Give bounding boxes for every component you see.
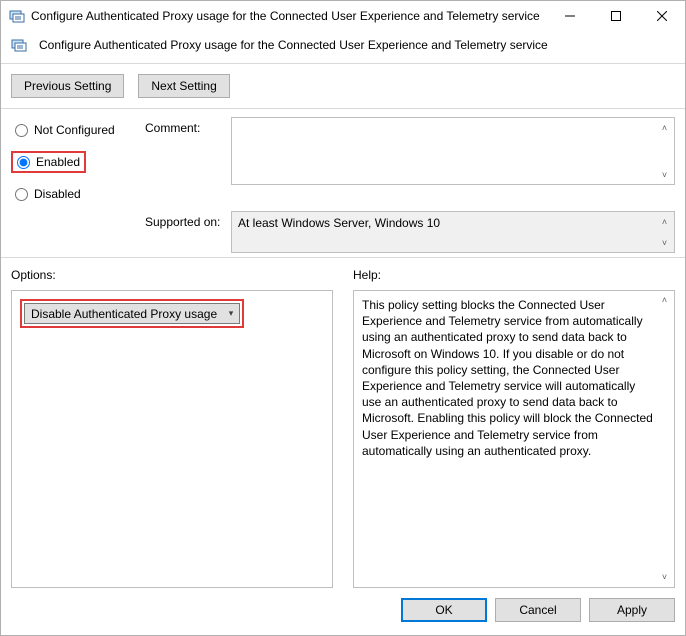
scroll-up-icon[interactable]: ˄ [657,293,672,308]
radio-not-configured-input[interactable] [15,124,28,137]
radio-label: Disabled [34,187,81,201]
comment-field[interactable]: ˄ ˅ [231,117,675,185]
radio-label: Enabled [36,155,80,169]
options-label: Options: [11,264,333,290]
help-text-area: This policy setting blocks the Connected… [353,290,675,588]
radio-disabled-input[interactable] [15,188,28,201]
help-label: Help: [353,264,675,290]
scroll-down-icon: ˅ [657,235,672,250]
apply-button[interactable]: Apply [589,598,675,622]
scroll-up-icon[interactable]: ˄ [657,120,672,135]
dropdown-value: Disable Authenticated Proxy usage [25,307,223,321]
supported-on-label: Supported on: [145,203,225,253]
window-controls [547,1,685,31]
window-title: Configure Authenticated Proxy usage for … [31,9,547,23]
scroll-down-icon[interactable]: ˅ [657,570,672,585]
header-title: Configure Authenticated Proxy usage for … [39,38,548,52]
policy-icon [9,8,25,24]
proxy-usage-dropdown-highlight: Disable Authenticated Proxy usage ▾ [20,299,244,328]
maximize-button[interactable] [593,1,639,31]
scroll-down-icon[interactable]: ˅ [657,167,672,182]
options-column: Options: Disable Authenticated Proxy usa… [11,264,333,588]
radio-enabled-input[interactable] [17,156,30,169]
previous-setting-button[interactable]: Previous Setting [11,74,124,98]
titlebar: Configure Authenticated Proxy usage for … [1,1,685,31]
supported-on-value: At least Windows Server, Windows 10 [238,216,440,230]
state-radio-group: Not Configured Enabled Disabled [11,117,139,203]
scroll-up-icon: ˄ [657,214,672,229]
header: Configure Authenticated Proxy usage for … [1,31,685,64]
minimize-button[interactable] [547,1,593,31]
radio-label: Not Configured [34,123,115,137]
next-setting-button[interactable]: Next Setting [138,74,229,98]
close-button[interactable] [639,1,685,31]
comment-label: Comment: [145,117,225,203]
cancel-button[interactable]: Cancel [495,598,581,622]
radio-not-configured[interactable]: Not Configured [11,121,119,139]
ok-button[interactable]: OK [401,598,487,622]
proxy-usage-dropdown[interactable]: Disable Authenticated Proxy usage ▾ [24,303,240,324]
help-column: Help: This policy setting blocks the Con… [353,264,675,588]
radio-disabled[interactable]: Disabled [11,185,85,203]
config-grid: Not Configured Enabled Disabled Comment:… [1,109,685,258]
supported-on-field: At least Windows Server, Windows 10 ˄ ˅ [231,211,675,253]
footer: OK Cancel Apply [1,588,685,632]
nav-row: Previous Setting Next Setting [1,64,685,109]
radio-enabled[interactable]: Enabled [11,151,86,173]
help-text: This policy setting blocks the Connected… [362,298,653,458]
chevron-down-icon: ▾ [223,308,239,319]
policy-icon [11,37,27,53]
lower-section: Options: Disable Authenticated Proxy usa… [1,258,685,588]
options-area: Disable Authenticated Proxy usage ▾ [11,290,333,588]
